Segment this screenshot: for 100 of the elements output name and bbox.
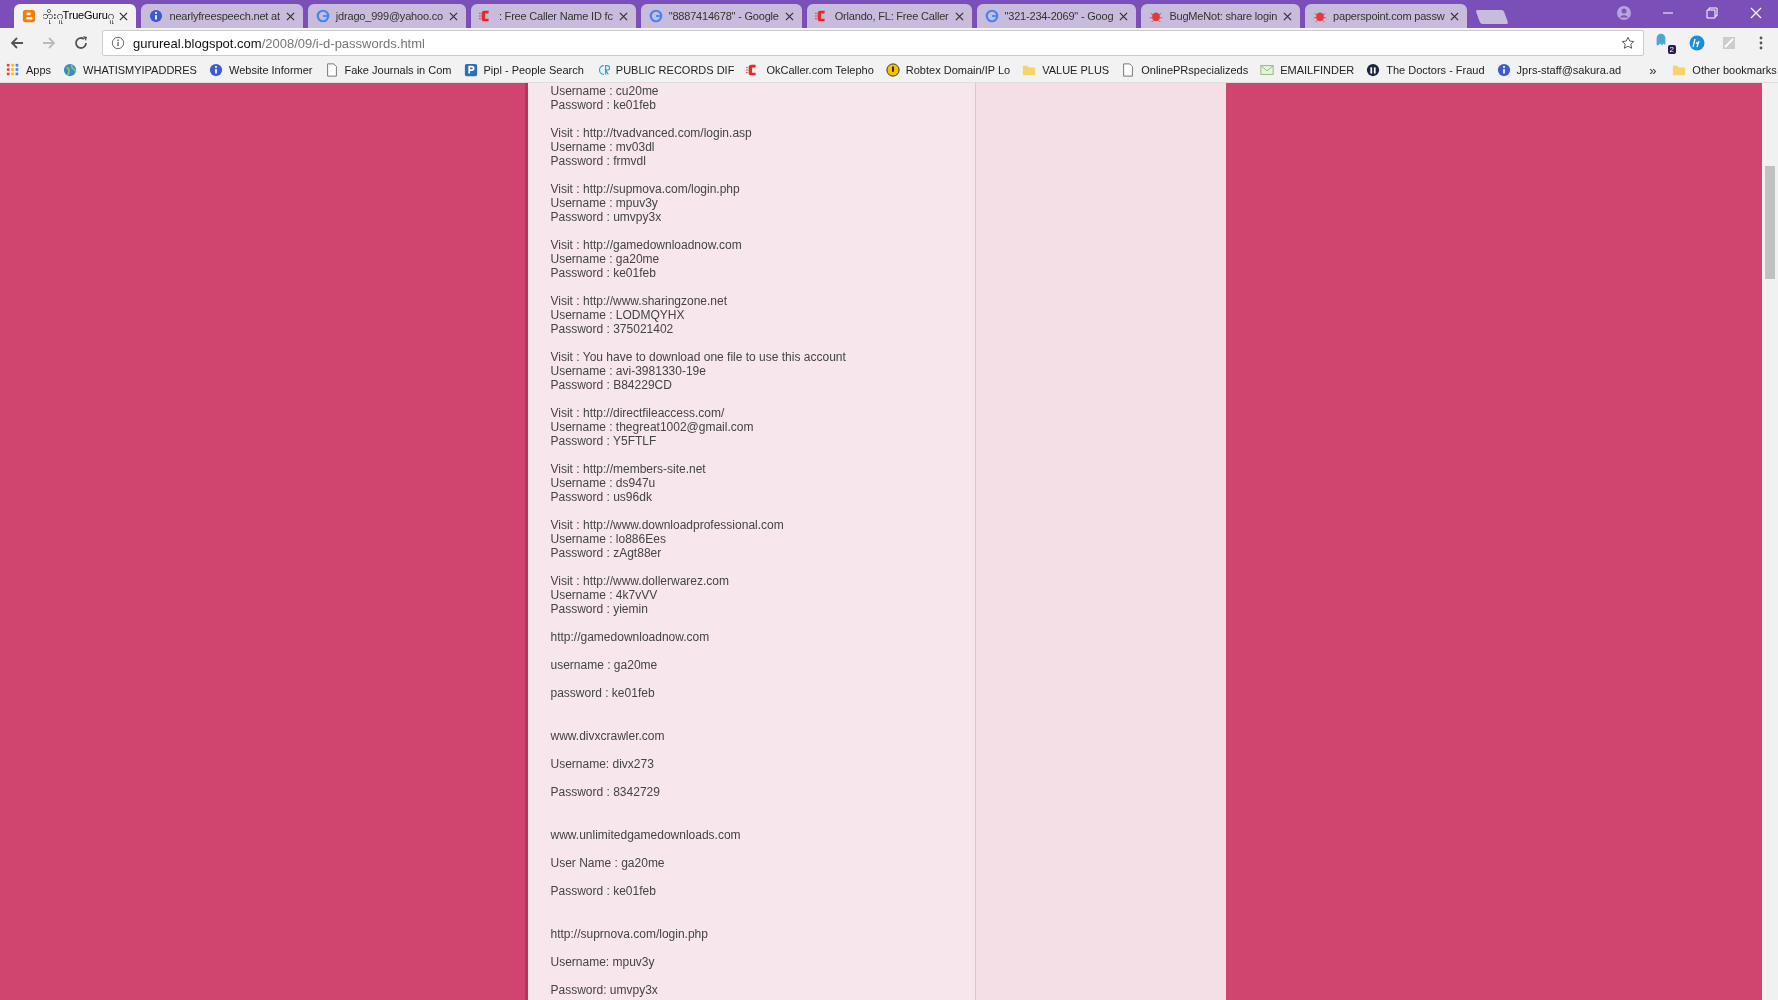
back-icon[interactable] <box>9 35 25 51</box>
bookmark-label: OkCaller.com Telepho <box>766 64 874 76</box>
post-text-line: www.divxcrawler.com <box>550 729 666 743</box>
browser-tab[interactable]: "8887414678" - Google <box>640 4 802 28</box>
tab-title: Orlando, FL: Free Caller <box>834 10 949 22</box>
close-icon[interactable] <box>784 11 794 21</box>
new-tab-button[interactable] <box>1475 10 1509 24</box>
google-icon <box>648 9 663 23</box>
profile-icon[interactable] <box>1616 5 1632 21</box>
mail-icon <box>1260 63 1275 77</box>
bookmark[interactable]: Robtex Domain/IP Lo <box>885 63 1011 77</box>
globe-icon <box>63 63 78 77</box>
bulb-icon <box>885 63 900 77</box>
post-text-line: Password : 8342729 <box>550 785 661 799</box>
folder-icon <box>1022 63 1037 77</box>
bookmark[interactable]: OkCaller.com Telepho <box>746 63 874 77</box>
post-text-line: User Name : ga20me <box>550 856 666 870</box>
apps-grid-icon <box>6 63 20 77</box>
browser-tab[interactable]: ဘိုးဂူTrueGuruဂူ <box>14 4 137 28</box>
post-text-line: Password : B84229CD <box>550 378 673 392</box>
address-bar[interactable]: gurureal.blogspot.com/2008/09/i-d-passwords.html <box>102 30 1644 56</box>
close-icon[interactable] <box>119 11 129 21</box>
bookmark-label: VALUE PLUS <box>1042 64 1110 76</box>
close-icon[interactable] <box>954 11 964 21</box>
bookmark-label: Pipl - People Search <box>483 64 584 76</box>
bookmark[interactable]: EMAILFINDER <box>1260 63 1355 77</box>
post-text-line: Visit : You have to download one file to use this account <box>550 350 847 364</box>
tab-title: : Free Caller Name ID fc <box>498 10 613 22</box>
post-text-line: Visit : http://www.dollerwarez.com <box>550 574 730 588</box>
bookmark-label: Website Informer <box>228 64 313 76</box>
post-text-line: Visit : http://www.downloadprofessional.com <box>550 518 785 532</box>
scrollbar-thumb[interactable] <box>1765 166 1775 279</box>
more-bookmarks-button[interactable]: » <box>1645 62 1661 78</box>
bookmark-label: Fake Journals in Com <box>344 64 452 76</box>
bookmark-label: PUBLIC RECORDS DIF <box>615 64 735 76</box>
restore-icon[interactable] <box>1704 5 1720 21</box>
post-text-line: Visit : http://gamedownloadnow.com <box>550 238 743 252</box>
bookmark-label: OnlinePRspecializeds <box>1141 64 1249 76</box>
post-text-line: Password : yiemin <box>550 602 649 616</box>
close-icon[interactable] <box>1450 11 1460 21</box>
tab-title: nearlyfreespeech.net at <box>169 10 280 22</box>
close-icon[interactable] <box>448 11 458 21</box>
tab-title: jdrago_999@yahoo.co <box>335 10 443 22</box>
bookmark[interactable]: Pipl - People Search <box>463 63 584 77</box>
browser-tab[interactable]: BugMeNot: share login <box>1141 4 1301 28</box>
google-icon <box>315 9 330 23</box>
browser-tab[interactable]: jdrago_999@yahoo.co <box>307 4 466 28</box>
close-icon[interactable] <box>1283 11 1293 21</box>
post-text-line: www.unlimitedgamedownloads.com <box>550 828 742 842</box>
bookmark[interactable]: Fake Journals in Com <box>324 63 452 77</box>
bookmark[interactable]: Website Informer <box>208 63 313 77</box>
bookmark-folder[interactable]: Other bookmarks <box>1672 63 1777 77</box>
tab-title: BugMeNot: share login <box>1169 10 1278 22</box>
bookmark-label: Other bookmarks <box>1692 64 1777 76</box>
browser-tab[interactable]: Orlando, FL: Free Caller <box>806 4 972 28</box>
bookmark[interactable]: OnlinePRspecializeds <box>1121 63 1249 77</box>
post-text-line: http://gamedownloadnow.com <box>550 630 711 644</box>
post-text-line: password : ke01feb <box>550 686 656 700</box>
tab-title: paperspoint.com passw <box>1333 10 1445 22</box>
post-text-line: Password : zAgt88er <box>550 546 663 560</box>
hp-logo-icon[interactable] <box>1689 35 1705 51</box>
post-text-line: Password : frmvdl <box>550 154 647 168</box>
post-text-line: Username : lo886Ees <box>550 532 667 546</box>
post-text-line: Password : Y5FTLF <box>550 434 658 448</box>
scrollbar[interactable] <box>1762 83 1778 1000</box>
folder-icon <box>1672 63 1687 77</box>
bookmark-label: Robtex Domain/IP Lo <box>905 64 1011 76</box>
post-text-line: Password : ke01feb <box>550 98 657 112</box>
post-text-line: Visit : http://www.sharingzone.net <box>550 294 729 308</box>
browser-tab[interactable]: "321-234-2069" - Goog <box>976 4 1137 28</box>
ghost-icon <box>1654 32 1668 46</box>
google-icon <box>984 9 999 23</box>
post-text-line: Password : ke01feb <box>550 884 657 898</box>
browser-tab[interactable]: paperspoint.com passw <box>1305 4 1468 28</box>
post-text-line: Username: mpuv3y <box>550 955 656 969</box>
page-icon <box>324 63 339 77</box>
post-text-line: Username : avi-3981330-19e <box>550 364 707 378</box>
post-text-line: Username : mpuv3y <box>550 196 659 210</box>
bookmark[interactable]: PUBLIC RECORDS DIF <box>595 63 735 77</box>
bookmark[interactable]: WHATISMYIPADDRES <box>63 63 197 77</box>
close-icon[interactable] <box>1119 11 1129 21</box>
bookmark[interactable]: The Doctors - Fraud <box>1366 63 1485 77</box>
browser-tab[interactable]: : Free Caller Name ID fc <box>470 4 636 28</box>
close-icon[interactable] <box>285 11 295 21</box>
post-text-line: Username : 4k7vVV <box>550 588 659 602</box>
close-icon[interactable] <box>618 11 628 21</box>
bookmark[interactable]: Apps <box>6 63 52 77</box>
p-logo-icon <box>463 63 478 77</box>
tab-title: ဘိုးဂူTrueGuruဂူ <box>42 8 114 24</box>
bookmark[interactable]: VALUE PLUS <box>1022 63 1110 77</box>
browser-tab[interactable]: nearlyfreespeech.net at <box>141 4 303 28</box>
close-icon[interactable] <box>1748 5 1764 21</box>
post-text-line: Username: divx273 <box>550 757 655 771</box>
bookmark[interactable]: Jprs-staff@sakura.ad <box>1496 63 1622 77</box>
post-text-line: Password : umvpy3x <box>550 210 663 224</box>
blogger-icon <box>22 9 36 23</box>
star-icon[interactable] <box>1621 36 1635 50</box>
extension-button[interactable]: 2 <box>1654 32 1676 54</box>
post-text-line: Username : ds947u <box>550 476 657 490</box>
reload-icon[interactable] <box>73 35 89 51</box>
